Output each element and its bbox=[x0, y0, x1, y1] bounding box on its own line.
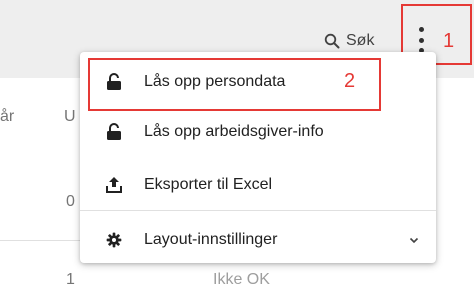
table-cell: 0 bbox=[66, 193, 75, 210]
menu-item-label: Eksporter til Excel bbox=[144, 176, 273, 193]
more-options-menu: Lås opp persondata Lås opp arbeidsgiver-… bbox=[80, 52, 436, 263]
search-icon bbox=[324, 33, 340, 49]
more-options-icon[interactable] bbox=[415, 27, 427, 53]
menu-item-label: Lås opp arbeidsgiver-info bbox=[144, 123, 324, 140]
column-header-u: U bbox=[64, 108, 76, 125]
annotation-label-1: 1 bbox=[443, 30, 455, 52]
menu-divider bbox=[80, 210, 436, 211]
annotation-label-2: 2 bbox=[344, 70, 356, 92]
menu-item-label: Lås opp persondata bbox=[144, 73, 286, 90]
column-header-fragment: år bbox=[0, 108, 15, 125]
table-cell: 1 bbox=[66, 271, 75, 288]
lock-open-icon bbox=[106, 73, 122, 91]
export-icon bbox=[106, 176, 122, 194]
status-text: Ikke OK bbox=[213, 271, 270, 288]
menu-item-label: Layout-innstillinger bbox=[144, 231, 278, 248]
menu-item-layout-settings[interactable]: Layout-innstillinger bbox=[80, 218, 436, 262]
search-button[interactable]: Søk bbox=[324, 30, 374, 52]
row-divider bbox=[0, 240, 90, 241]
menu-item-unlock-personal-data[interactable]: Lås opp persondata bbox=[80, 60, 436, 104]
chevron-down-icon bbox=[409, 237, 419, 244]
gear-icon bbox=[106, 231, 122, 249]
menu-item-export-excel[interactable]: Eksporter til Excel bbox=[80, 163, 436, 207]
lock-open-icon bbox=[106, 123, 122, 141]
search-label: Søk bbox=[346, 32, 375, 49]
menu-item-unlock-employer-info[interactable]: Lås opp arbeidsgiver-info bbox=[80, 110, 436, 154]
